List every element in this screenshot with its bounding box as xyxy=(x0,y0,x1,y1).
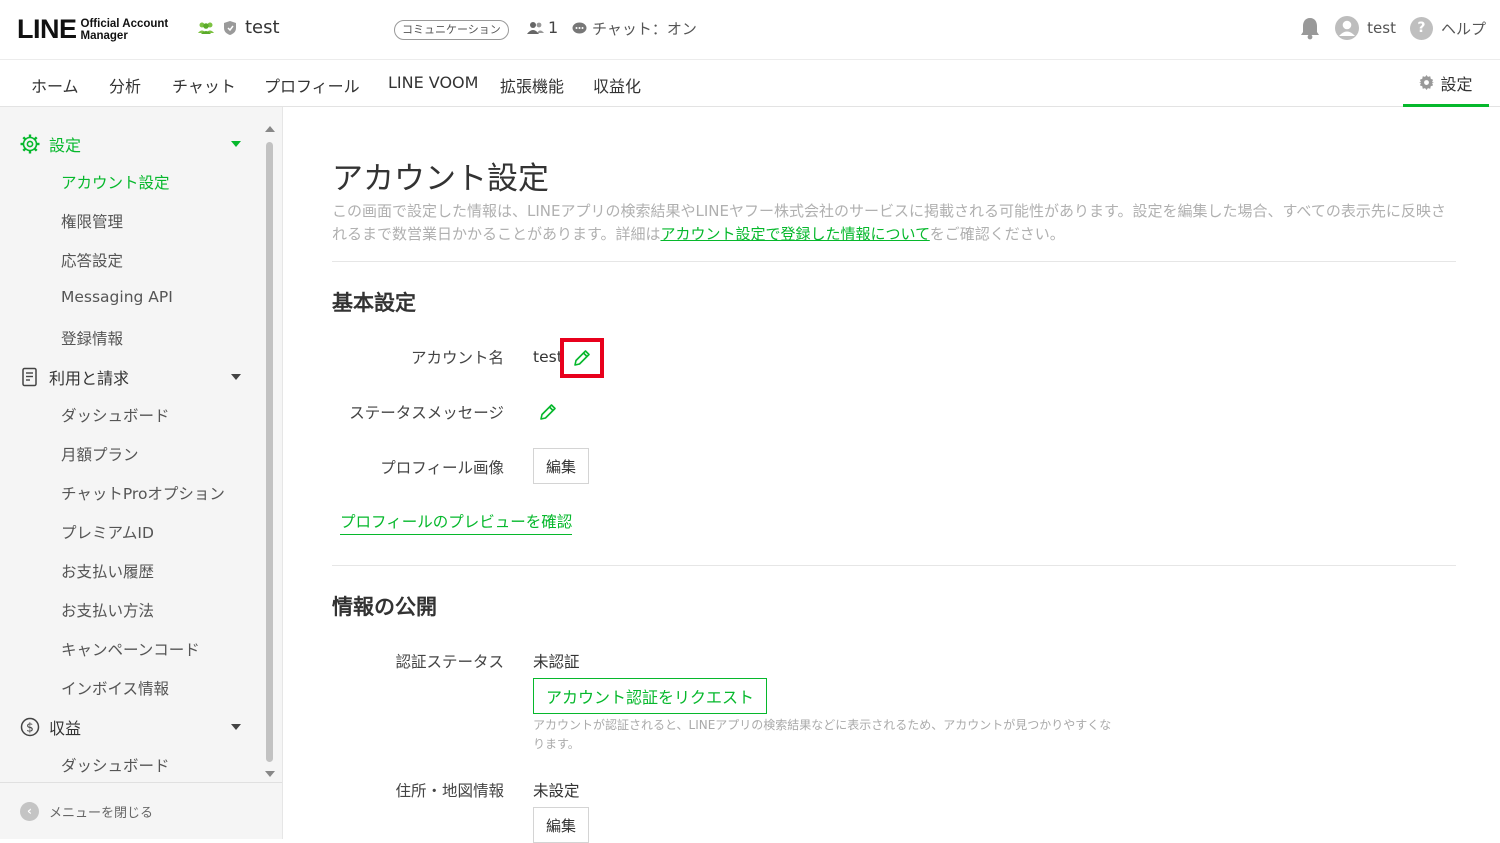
request-verification-button[interactable]: アカウント認証をリクエスト xyxy=(533,678,768,714)
chevron-down-icon[interactable] xyxy=(231,374,241,380)
sidebar-item-campaign-code[interactable]: キャンペーンコード xyxy=(61,638,200,660)
group-icon xyxy=(198,22,214,34)
sidebar-item-payment-history[interactable]: お支払い履歴 xyxy=(61,560,154,582)
svg-text:$: $ xyxy=(26,721,34,735)
question-icon: ? xyxy=(1409,16,1433,40)
close-menu-button[interactable]: ‹ メニューを閉じる xyxy=(0,782,282,839)
sidebar-group-billing[interactable]: 利用と請求 xyxy=(20,365,129,389)
highlight-box xyxy=(560,338,604,378)
top-right-tools: test ? ヘルプ xyxy=(1299,16,1486,40)
sidebar-group-revenue[interactable]: $ 収益 xyxy=(20,715,81,739)
gear-icon xyxy=(20,134,40,154)
edit-status-pencil-icon[interactable] xyxy=(538,402,558,422)
sidebar-item-dashboard[interactable]: ダッシュボード xyxy=(61,404,170,426)
edit-profile-image-button[interactable]: 編集 xyxy=(533,448,590,484)
sidebar-item-premium-id[interactable]: プレミアムID xyxy=(61,521,154,543)
avatar-icon xyxy=(1335,16,1360,40)
chat-bubble-icon xyxy=(572,22,587,33)
user-menu[interactable]: test xyxy=(1335,16,1396,40)
verification-hint: アカウントが認証されると、LINEアプリの検索結果などに表示されるため、アカウン… xyxy=(533,718,1112,751)
bell-icon[interactable] xyxy=(1299,16,1321,40)
tab-profile[interactable]: プロフィール xyxy=(264,73,360,97)
main-content: アカウント設定 この画面で設定した情報は、LINEアプリの検索結果やLINEヤフ… xyxy=(284,107,1500,843)
tab-settings[interactable]: 設定 xyxy=(1403,61,1489,107)
sidebar-item-permissions[interactable]: 権限管理 xyxy=(61,210,123,232)
gear-icon xyxy=(1419,75,1435,90)
help-link[interactable]: ? ヘルプ xyxy=(1409,16,1486,40)
account-name-value: test xyxy=(533,348,563,366)
address-map-label: 住所・地図情報 xyxy=(395,782,504,800)
line-oa-manager-logo[interactable]: LINE Official Account Manager xyxy=(17,14,168,45)
chevron-left-icon: ‹ xyxy=(20,801,39,821)
sidebar-item-invoice-info[interactable]: インボイス情報 xyxy=(61,677,169,699)
tab-chat[interactable]: チャット xyxy=(172,73,236,97)
tab-extensions[interactable]: 拡張機能 xyxy=(500,73,564,97)
sidebar-item-messaging-api[interactable]: Messaging API xyxy=(61,288,173,306)
verification-status-label: 認証ステータス xyxy=(395,653,504,671)
plan-badge: コミュニケーション xyxy=(394,20,509,40)
account-info-link[interactable]: アカウント設定で登録した情報について xyxy=(661,225,930,243)
divider xyxy=(332,565,1456,566)
sidebar-item-payment-method[interactable]: お支払い方法 xyxy=(61,599,154,621)
profile-preview-link[interactable]: プロフィールのプレビューを確認 xyxy=(340,510,573,535)
edit-address-button[interactable]: 編集 xyxy=(533,807,590,843)
account-name: test xyxy=(245,17,280,38)
account-name-label: アカウント名 xyxy=(410,349,504,367)
tab-home[interactable]: ホーム xyxy=(31,73,79,97)
sidebar-item-registration-info[interactable]: 登録情報 xyxy=(61,327,123,349)
profile-image-label: プロフィール画像 xyxy=(380,459,504,477)
address-map-value: 未設定 xyxy=(533,782,580,800)
account-switcher[interactable]: test xyxy=(197,17,280,38)
document-icon xyxy=(22,367,37,387)
sidebar-item-revenue-dashboard[interactable]: ダッシュボード xyxy=(61,754,170,776)
scroll-down-arrow[interactable] xyxy=(265,771,275,777)
basic-settings-title: 基本設定 xyxy=(332,291,416,315)
tab-analytics[interactable]: 分析 xyxy=(109,73,141,97)
friends-count[interactable]: 1 xyxy=(527,18,558,37)
dollar-icon: $ xyxy=(20,717,40,737)
public-info-title: 情報の公開 xyxy=(332,595,437,619)
scroll-up-arrow[interactable] xyxy=(265,126,275,132)
sidebar-item-monthly-plan[interactable]: 月額プラン xyxy=(61,443,139,465)
tab-monetization[interactable]: 収益化 xyxy=(593,73,641,97)
sidebar-item-response-settings[interactable]: 応答設定 xyxy=(61,249,123,271)
logo-subtitle: Official Account Manager xyxy=(80,17,169,42)
logo-wordmark: LINE xyxy=(17,14,77,44)
status-message-label: ステータスメッセージ xyxy=(349,404,504,422)
sidebar-item-account-settings[interactable]: アカウント設定 xyxy=(61,171,170,193)
chevron-down-icon[interactable] xyxy=(231,141,241,147)
chevron-down-icon[interactable] xyxy=(231,724,241,730)
tab-line-voom[interactable]: LINE VOOM xyxy=(388,73,478,92)
page-title: アカウント設定 xyxy=(332,161,549,197)
intro-text: この画面で設定した情報は、LINEアプリの検索結果やLINEヤフー株式会社のサー… xyxy=(332,202,1446,243)
divider xyxy=(332,261,1456,262)
people-icon xyxy=(527,21,544,34)
chat-status[interactable]: チャット：オン xyxy=(572,18,697,39)
main-nav: ホーム 分析 チャット プロフィール LINE VOOM 拡張機能 収益化 設定 xyxy=(0,61,1500,107)
verification-status-value: 未認証 xyxy=(533,653,580,671)
shield-icon xyxy=(224,20,236,35)
sidebar-item-chat-pro-option[interactable]: チャットProオプション xyxy=(61,482,225,504)
sidebar: 設定 アカウント設定 権限管理 応答設定 Messaging API 登録情報 … xyxy=(0,107,283,839)
top-bar: LINE Official Account Manager test コミュニケ… xyxy=(0,0,1500,60)
sidebar-group-settings[interactable]: 設定 xyxy=(20,132,81,156)
sidebar-scrollbar[interactable] xyxy=(266,142,273,762)
